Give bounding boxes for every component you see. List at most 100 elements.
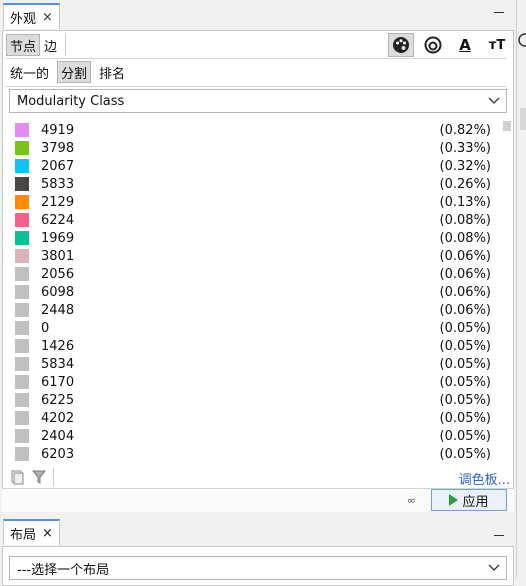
color-swatch[interactable]: [15, 141, 29, 155]
color-swatch[interactable]: [15, 357, 29, 371]
divider: [65, 34, 67, 56]
apply-button-label: 应用: [462, 494, 489, 510]
list-item[interactable]: 2056 (0.06%): [10, 265, 500, 283]
partition-id: 1969: [41, 230, 75, 246]
partition-percentage: (0.13%): [439, 194, 491, 210]
filter-icon[interactable]: [31, 469, 47, 485]
color-swatch[interactable]: [15, 123, 29, 137]
list-item[interactable]: 2067 (0.32%): [10, 157, 500, 175]
search-icon[interactable]: [517, 32, 526, 52]
appearance-tabbar: [0, 0, 514, 30]
label-size-icon: тТ: [488, 37, 506, 53]
list-item[interactable]: 2404 (0.05%): [10, 427, 500, 445]
link-icon[interactable]: ∞: [407, 494, 416, 507]
list-item[interactable]: 0 (0.05%): [10, 319, 500, 337]
color-tool-button[interactable]: [388, 33, 414, 57]
partition-percentage: (0.82%): [439, 122, 491, 138]
partition-id: 3801: [41, 248, 75, 264]
partition-percentage: (0.33%): [439, 140, 491, 156]
list-item[interactable]: 4919 (0.82%): [10, 121, 500, 139]
color-swatch[interactable]: [15, 393, 29, 407]
list-tools: [9, 468, 54, 486]
tab-nodes[interactable]: 节点: [6, 34, 41, 56]
list-item[interactable]: 6203 (0.05%): [10, 445, 500, 463]
size-tool-button[interactable]: [420, 33, 446, 57]
list-item[interactable]: 5834 (0.05%): [10, 355, 500, 373]
partition-id: 6098: [41, 284, 75, 300]
tab-layout[interactable]: 布局 ×: [3, 519, 60, 545]
minimize-icon[interactable]: [494, 535, 504, 536]
list-item[interactable]: 3798 (0.33%): [10, 139, 500, 157]
partition-id: 2404: [41, 428, 75, 444]
list-item[interactable]: 3801 (0.06%): [10, 247, 500, 265]
partition-percentage: (0.05%): [439, 320, 491, 336]
partition-percentage: (0.06%): [439, 284, 491, 300]
tab-unique[interactable]: 统一的: [6, 61, 53, 83]
tab-ranking[interactable]: 排名: [95, 61, 129, 83]
copy-icon[interactable]: [9, 469, 25, 485]
partition-percentage: (0.05%): [439, 446, 491, 462]
close-icon[interactable]: ×: [42, 10, 53, 25]
partition-id: 6170: [41, 374, 75, 390]
color-swatch[interactable]: [15, 375, 29, 389]
attribute-select-value: Modularity Class: [17, 93, 125, 109]
partition-id: 1426: [41, 338, 75, 354]
list-item[interactable]: 4202 (0.05%): [10, 409, 500, 427]
list-item[interactable]: 2129 (0.13%): [10, 193, 500, 211]
list-item[interactable]: 6098 (0.06%): [10, 283, 500, 301]
color-swatch[interactable]: [15, 411, 29, 425]
partition-id: 6203: [41, 446, 75, 462]
list-item[interactable]: 1969 (0.08%): [10, 229, 500, 247]
color-swatch[interactable]: [15, 231, 29, 245]
color-swatch[interactable]: [15, 195, 29, 209]
color-swatch[interactable]: [15, 213, 29, 227]
palette-link[interactable]: 调色板...: [459, 469, 510, 488]
color-swatch[interactable]: [15, 267, 29, 281]
chevron-down-icon: [488, 94, 500, 109]
label-color-tool-button[interactable]: A: [452, 33, 478, 57]
list-item[interactable]: 6170 (0.05%): [10, 373, 500, 391]
partition-id: 3798: [41, 140, 75, 156]
list-item[interactable]: 6225 (0.05%): [10, 391, 500, 409]
tab-appearance[interactable]: 外观 ×: [3, 3, 60, 29]
list-item[interactable]: 5833 (0.26%): [10, 175, 500, 193]
label-color-icon: A: [459, 36, 471, 54]
partition-percentage: (0.26%): [439, 176, 491, 192]
list-item[interactable]: 6224 (0.08%): [10, 211, 500, 229]
tab-edges[interactable]: 边: [40, 34, 61, 56]
minimize-icon[interactable]: [494, 12, 504, 13]
list-item[interactable]: 2448 (0.06%): [10, 301, 500, 319]
layout-select[interactable]: ---选择一个布局: [9, 556, 507, 580]
partition-percentage: (0.08%): [439, 230, 491, 246]
scrollbar-thumb[interactable]: [503, 121, 511, 131]
partition-percentage: (0.05%): [439, 356, 491, 372]
scrollbar[interactable]: [520, 108, 526, 130]
size-icon: [424, 36, 442, 54]
color-swatch[interactable]: [15, 285, 29, 299]
color-swatch[interactable]: [15, 159, 29, 173]
close-icon[interactable]: ×: [42, 526, 53, 541]
partition-id: 4919: [41, 122, 75, 138]
color-swatch[interactable]: [15, 321, 29, 335]
partition-id: 6225: [41, 392, 75, 408]
tab-partition[interactable]: 分割: [57, 61, 92, 83]
partition-id: 2067: [41, 158, 75, 174]
chevron-down-icon: [488, 561, 500, 577]
color-swatch[interactable]: [15, 177, 29, 191]
list-item[interactable]: 1426 (0.05%): [10, 337, 500, 355]
partition-id: 0: [41, 320, 50, 336]
partition-percentage: (0.06%): [439, 302, 491, 318]
apply-button[interactable]: 应用: [431, 489, 507, 511]
color-swatch[interactable]: [15, 447, 29, 461]
partition-percentage: (0.05%): [439, 392, 491, 408]
attribute-select[interactable]: Modularity Class: [9, 89, 507, 113]
color-swatch[interactable]: [15, 249, 29, 263]
partition-list[interactable]: 4919 (0.82%) 3798 (0.33%) 2067 (0.32%) 5833 (0.…: [10, 121, 500, 463]
color-swatch[interactable]: [15, 339, 29, 353]
color-swatch[interactable]: [15, 429, 29, 443]
color-swatch[interactable]: [15, 303, 29, 317]
label-size-tool-button[interactable]: тТ: [484, 33, 510, 57]
divider: [6, 86, 506, 87]
partition-percentage: (0.32%): [439, 158, 491, 174]
partition-id: 5834: [41, 356, 75, 372]
